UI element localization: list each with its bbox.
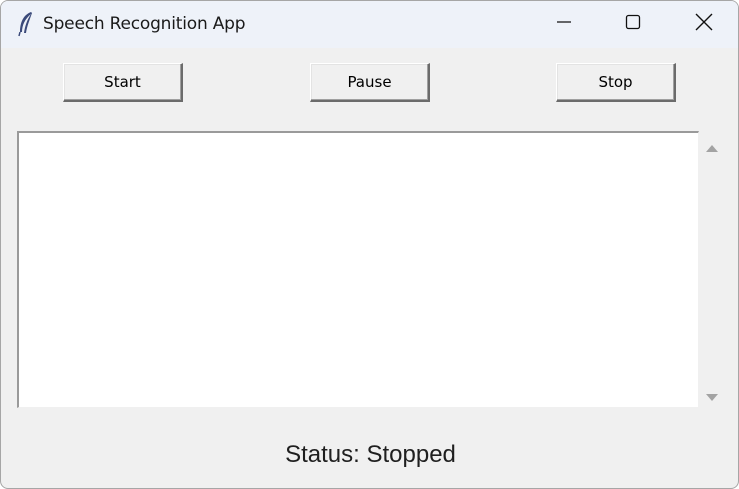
window-title: Speech Recognition App (43, 14, 246, 34)
feather-icon (17, 11, 35, 37)
scroll-down-arrow-icon[interactable] (705, 390, 719, 401)
vertical-scrollbar[interactable] (700, 131, 724, 408)
stop-button[interactable]: Stop (556, 63, 676, 102)
maximize-icon (625, 14, 641, 35)
status-label: Status: Stopped (285, 441, 456, 468)
close-button[interactable] (669, 1, 738, 48)
minimize-button[interactable] (529, 1, 599, 48)
app-window: Speech Recognition App Start Pause Stop … (0, 0, 739, 489)
transcript-text-area[interactable] (17, 131, 699, 408)
scroll-up-arrow-icon[interactable] (705, 140, 719, 152)
maximize-button[interactable] (598, 1, 668, 48)
minimize-icon (556, 14, 572, 35)
start-button[interactable]: Start (63, 63, 183, 102)
pause-button[interactable]: Pause (310, 63, 430, 102)
close-icon (695, 13, 713, 36)
title-bar[interactable]: Speech Recognition App (1, 1, 738, 48)
